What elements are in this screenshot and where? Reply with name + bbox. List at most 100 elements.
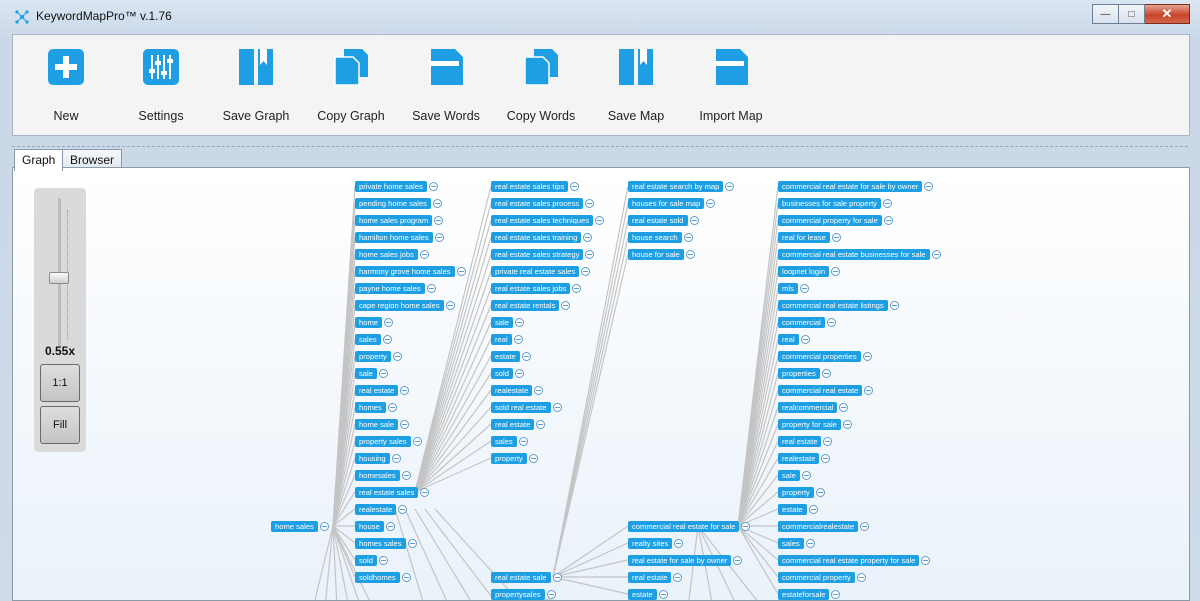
settings-button[interactable]: Settings bbox=[116, 41, 206, 133]
keyword-node[interactable]: real estate sales tips bbox=[491, 181, 580, 192]
keyword-node[interactable]: sales bbox=[778, 538, 815, 549]
keyword-node[interactable]: houses for sale map bbox=[628, 198, 716, 209]
keyword-node[interactable]: loopnet login bbox=[778, 266, 841, 277]
expand-icon[interactable] bbox=[384, 318, 393, 327]
expand-icon[interactable] bbox=[889, 301, 899, 310]
expand-icon[interactable] bbox=[931, 250, 941, 259]
keyword-node[interactable]: home sales bbox=[271, 521, 329, 532]
minimize-button[interactable]: — bbox=[1092, 4, 1119, 24]
expand-icon[interactable] bbox=[815, 488, 825, 497]
keyword-node[interactable]: properties bbox=[778, 368, 831, 379]
keyword-node[interactable]: real estate sales process bbox=[491, 198, 594, 209]
keyword-node[interactable]: home sales program bbox=[355, 215, 444, 226]
expand-icon[interactable] bbox=[658, 590, 668, 599]
keyword-node[interactable]: sold real estate bbox=[491, 402, 562, 413]
expand-icon[interactable] bbox=[831, 267, 841, 276]
expand-icon[interactable] bbox=[401, 471, 411, 480]
keyword-node[interactable]: real estate sale bbox=[491, 572, 562, 583]
keyword-node[interactable]: real estate bbox=[778, 436, 833, 447]
expand-icon[interactable] bbox=[378, 556, 388, 565]
expand-icon[interactable] bbox=[514, 369, 524, 378]
keyword-node[interactable]: real bbox=[778, 334, 810, 345]
keyword-node[interactable]: real estate sales training bbox=[491, 232, 593, 243]
keyword-node[interactable]: hamilton home sales bbox=[355, 232, 444, 243]
graph-canvas[interactable]: home sales private home sales pending home… bbox=[12, 167, 1190, 601]
keyword-node[interactable]: real estate sales techniques bbox=[491, 215, 605, 226]
keyword-node[interactable]: real estate sales bbox=[355, 487, 430, 498]
expand-icon[interactable] bbox=[521, 352, 531, 361]
expand-icon[interactable] bbox=[800, 335, 810, 344]
keyword-node[interactable]: estate bbox=[628, 589, 668, 600]
expand-icon[interactable] bbox=[412, 437, 422, 446]
close-button[interactable]: ✕ bbox=[1145, 4, 1190, 24]
keyword-node[interactable]: sale bbox=[355, 368, 388, 379]
expand-icon[interactable] bbox=[407, 539, 417, 548]
keyword-node[interactable]: commercial bbox=[778, 317, 836, 328]
keyword-node[interactable]: sale bbox=[491, 317, 524, 328]
keyword-node[interactable]: sold bbox=[491, 368, 524, 379]
expand-icon[interactable] bbox=[445, 301, 455, 310]
keyword-node[interactable]: homes bbox=[355, 402, 397, 413]
keyword-node[interactable]: real for lease bbox=[778, 232, 841, 243]
keyword-node[interactable]: commercial real estate listings bbox=[778, 300, 899, 311]
keyword-node[interactable]: house bbox=[355, 521, 395, 532]
keyword-node[interactable]: real estate rentals bbox=[491, 300, 571, 311]
expand-icon[interactable] bbox=[552, 403, 562, 412]
expand-icon[interactable] bbox=[434, 233, 444, 242]
keyword-node[interactable]: sale bbox=[778, 470, 811, 481]
copy-graph-button[interactable]: Copy Graph bbox=[306, 41, 396, 133]
keyword-node[interactable]: home sales jobs bbox=[355, 249, 429, 260]
expand-icon[interactable] bbox=[401, 573, 411, 582]
expand-icon[interactable] bbox=[808, 505, 818, 514]
collapse-icon[interactable] bbox=[552, 573, 562, 582]
save-graph-button[interactable]: Save Graph bbox=[211, 41, 301, 133]
expand-icon[interactable] bbox=[426, 284, 436, 293]
expand-icon[interactable] bbox=[689, 216, 699, 225]
zoom-1-1-button[interactable]: 1:1 bbox=[40, 364, 80, 402]
keyword-node[interactable]: house search bbox=[628, 232, 693, 243]
keyword-node[interactable]: homes sales bbox=[355, 538, 417, 549]
zoom-slider-thumb[interactable] bbox=[49, 272, 69, 284]
keyword-node[interactable]: commercial real estate for sale by owner bbox=[778, 181, 934, 192]
keyword-node[interactable]: realestate bbox=[778, 453, 831, 464]
expand-icon[interactable] bbox=[378, 369, 388, 378]
keyword-node[interactable]: property for sale bbox=[778, 419, 852, 430]
keyword-node[interactable]: real estate sold bbox=[628, 215, 699, 226]
expand-icon[interactable] bbox=[685, 250, 695, 259]
maximize-button[interactable]: □ bbox=[1119, 4, 1145, 24]
keyword-node[interactable]: realestate bbox=[355, 504, 408, 515]
expand-icon[interactable] bbox=[400, 420, 410, 429]
expand-icon[interactable] bbox=[392, 352, 402, 361]
expand-icon[interactable] bbox=[842, 420, 852, 429]
keyword-node[interactable]: estate bbox=[491, 351, 531, 362]
keyword-node[interactable]: property bbox=[491, 453, 538, 464]
expand-icon[interactable] bbox=[882, 199, 892, 208]
keyword-node[interactable]: real estate for sale by owner bbox=[628, 555, 743, 566]
keyword-node[interactable]: estateforsale bbox=[778, 589, 841, 600]
import-map-button[interactable]: Import Map bbox=[686, 41, 776, 133]
keyword-node[interactable]: homesales bbox=[355, 470, 411, 481]
expand-icon[interactable] bbox=[528, 454, 538, 463]
expand-icon[interactable] bbox=[514, 318, 524, 327]
keyword-node[interactable]: commercial property for sale bbox=[778, 215, 893, 226]
keyword-node[interactable]: businesses for sale property bbox=[778, 198, 892, 209]
keyword-node[interactable]: commercial real estate businesses for sa… bbox=[778, 249, 941, 260]
collapse-icon[interactable] bbox=[319, 522, 329, 531]
keyword-node[interactable]: payne home sales bbox=[355, 283, 436, 294]
keyword-node[interactable]: commercial real estate bbox=[778, 385, 874, 396]
keyword-node[interactable]: private home sales bbox=[355, 181, 438, 192]
keyword-node[interactable]: house for sale bbox=[628, 249, 695, 260]
zoom-fill-button[interactable]: Fill bbox=[40, 406, 80, 444]
copy-words-button[interactable]: Copy Words bbox=[496, 41, 586, 133]
keyword-node[interactable]: property bbox=[355, 351, 402, 362]
expand-icon[interactable] bbox=[805, 539, 815, 548]
keyword-node[interactable]: harmony grove home sales bbox=[355, 266, 466, 277]
keyword-node[interactable]: real estate bbox=[355, 385, 410, 396]
save-map-button[interactable]: Save Map bbox=[591, 41, 681, 133]
keyword-node[interactable]: propertysales bbox=[491, 589, 556, 600]
expand-icon[interactable] bbox=[831, 233, 841, 242]
keyword-node[interactable]: real bbox=[491, 334, 523, 345]
keyword-node[interactable]: sales bbox=[355, 334, 392, 345]
expand-icon[interactable] bbox=[585, 199, 594, 208]
expand-icon[interactable] bbox=[391, 454, 401, 463]
